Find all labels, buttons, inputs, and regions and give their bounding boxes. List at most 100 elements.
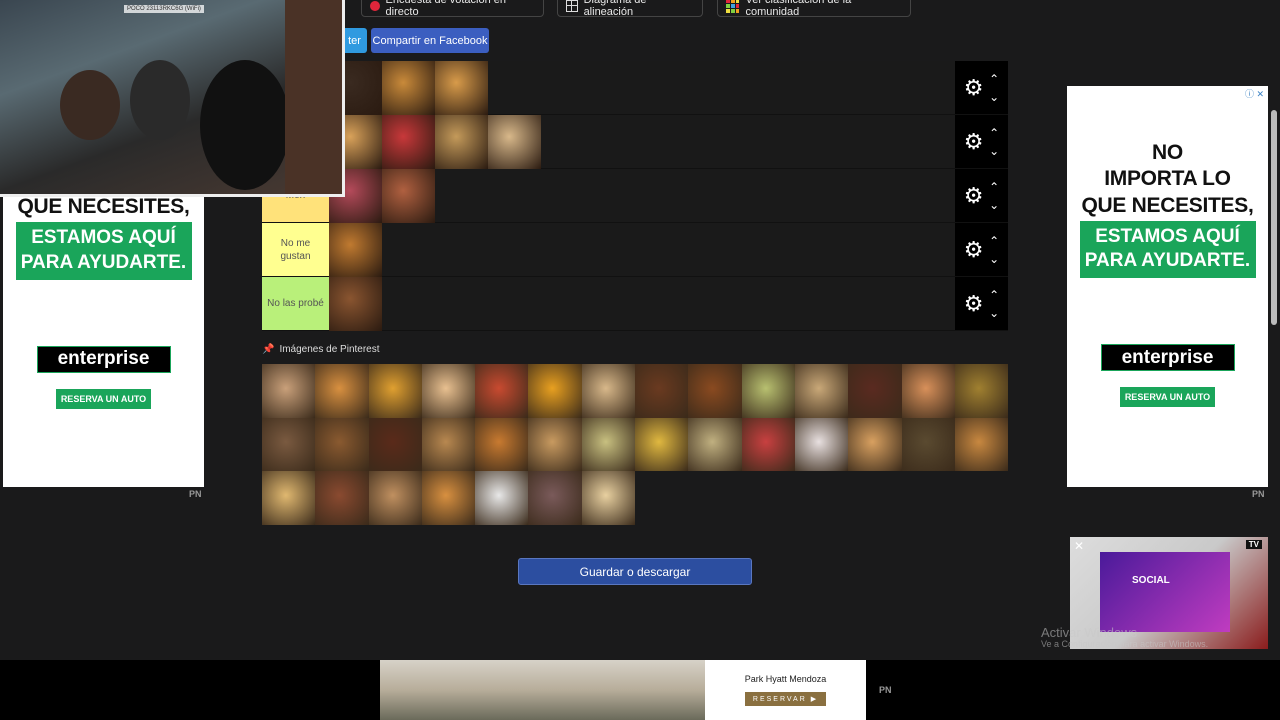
save-download-button[interactable]: Guardar o descargar bbox=[518, 558, 752, 585]
food-thumbnail[interactable] bbox=[315, 471, 369, 525]
reserve-car-button[interactable]: RESERVA UN AUTO bbox=[55, 388, 152, 409]
food-thumbnail[interactable] bbox=[368, 471, 422, 525]
food-thumbnail[interactable] bbox=[741, 417, 795, 472]
food-thumbnail[interactable] bbox=[741, 364, 795, 418]
move-arrows: ⌃ ⌄ bbox=[989, 178, 999, 214]
pool-title-label: Imágenes de Pinterest bbox=[279, 344, 380, 355]
chevron-down-icon[interactable]: ⌄ bbox=[989, 88, 999, 106]
tier-row: No me gustan ⚙ ⌃ ⌄ bbox=[262, 223, 1008, 277]
food-thumbnail[interactable] bbox=[475, 364, 529, 418]
right-side-ad[interactable]: ⓘ ✕ NO IMPORTA LO QUE NECESITES, ESTAMOS… bbox=[1067, 86, 1268, 487]
food-thumbnail[interactable] bbox=[635, 417, 689, 472]
food-thumbnail[interactable] bbox=[382, 115, 435, 169]
pin-icon: 📌 bbox=[262, 344, 275, 355]
grid-icon bbox=[566, 0, 578, 12]
food-thumbnail[interactable] bbox=[368, 364, 422, 418]
tier-items bbox=[329, 223, 955, 277]
chevron-up-icon[interactable]: ⌃ bbox=[989, 232, 999, 250]
food-thumbnail[interactable] bbox=[688, 364, 742, 418]
share-facebook-button[interactable]: Compartir en Facebook bbox=[371, 28, 489, 53]
food-thumbnail[interactable] bbox=[581, 364, 636, 418]
pool-title: 📌 Imágenes de Pinterest bbox=[262, 344, 380, 355]
save-label: Guardar o descargar bbox=[579, 564, 691, 579]
food-thumbnail[interactable] bbox=[528, 417, 582, 472]
community-ranking-button[interactable]: Ver clasificación de la comunidad bbox=[717, 0, 911, 18]
tier-controls: ⚙ ⌃ ⌄ bbox=[955, 115, 1008, 168]
food-thumbnail[interactable] bbox=[315, 364, 369, 418]
food-thumbnail[interactable] bbox=[635, 364, 689, 418]
food-thumbnail[interactable] bbox=[329, 277, 382, 331]
food-thumbnail[interactable] bbox=[688, 417, 742, 472]
food-thumbnail[interactable] bbox=[382, 169, 435, 223]
hotel-name: Park Hyatt Mendoza bbox=[744, 674, 827, 684]
reserve-car-button[interactable]: RESERVA UN AUTO bbox=[1119, 387, 1216, 408]
webcam-person bbox=[200, 60, 290, 190]
gear-icon[interactable]: ⚙ bbox=[964, 184, 984, 207]
ad-green-box: ESTAMOS AQUÍ PARA AYUDARTE. bbox=[15, 222, 192, 280]
food-thumbnail[interactable] bbox=[382, 61, 435, 115]
chevron-down-icon[interactable]: ⌄ bbox=[989, 250, 999, 268]
chevron-down-icon[interactable]: ⌄ bbox=[989, 196, 999, 214]
reserve-button[interactable]: RESERVAR ▶ bbox=[744, 692, 827, 706]
bottom-banner-ad[interactable]: Park Hyatt Mendoza RESERVAR ▶ bbox=[380, 660, 866, 720]
tier-row: ⚙ ⌃ ⌄ bbox=[262, 61, 1008, 115]
tier-items bbox=[329, 115, 955, 169]
food-thumbnail[interactable] bbox=[475, 471, 529, 525]
food-thumbnail[interactable] bbox=[848, 417, 902, 472]
watermark-subtitle: Ve a Configuración para activar Windows. bbox=[1041, 639, 1209, 650]
tier-label[interactable]: No las probé bbox=[262, 277, 329, 330]
chevron-up-icon[interactable]: ⌃ bbox=[989, 286, 999, 304]
food-thumbnail[interactable] bbox=[329, 223, 382, 277]
food-thumbnail[interactable] bbox=[954, 364, 1009, 418]
food-thumbnail[interactable] bbox=[315, 417, 369, 472]
gear-icon[interactable]: ⚙ bbox=[964, 130, 984, 153]
move-arrows: ⌃ ⌄ bbox=[989, 232, 999, 268]
gear-icon[interactable]: ⚙ bbox=[964, 76, 984, 99]
food-thumbnail[interactable] bbox=[954, 417, 1009, 472]
chevron-down-icon[interactable]: ⌄ bbox=[989, 304, 999, 322]
food-thumbnail[interactable] bbox=[421, 417, 476, 472]
tier-row: Meh⚙⌃⌄ bbox=[262, 169, 1008, 223]
chevron-up-icon[interactable]: ⌃ bbox=[989, 178, 999, 196]
enterprise-logo: enterprise bbox=[1100, 344, 1235, 372]
scrollbar-thumb[interactable] bbox=[1271, 110, 1277, 325]
food-thumbnail[interactable] bbox=[435, 115, 488, 169]
food-thumbnail[interactable] bbox=[262, 364, 316, 418]
food-thumbnail[interactable] bbox=[475, 417, 529, 472]
webcam-door bbox=[285, 0, 342, 194]
tier-label[interactable]: No me gustan bbox=[262, 223, 329, 276]
food-thumbnail[interactable] bbox=[581, 471, 636, 525]
chevron-up-icon[interactable]: ⌃ bbox=[989, 70, 999, 88]
food-thumbnail[interactable] bbox=[421, 364, 476, 418]
live-vote-button[interactable]: Encuesta de votación en directo bbox=[361, 0, 544, 18]
food-thumbnail[interactable] bbox=[794, 417, 849, 472]
chevron-down-icon[interactable]: ⌄ bbox=[989, 142, 999, 160]
food-thumbnail[interactable] bbox=[435, 61, 488, 115]
video-ad-title: SOCIAL bbox=[1132, 575, 1170, 586]
food-thumbnail[interactable] bbox=[581, 417, 636, 472]
food-thumbnail[interactable] bbox=[368, 417, 422, 472]
food-thumbnail[interactable] bbox=[794, 364, 849, 418]
chevron-up-icon[interactable]: ⌃ bbox=[989, 124, 999, 142]
food-thumbnail[interactable] bbox=[528, 471, 582, 525]
close-icon[interactable]: ✕ bbox=[1074, 539, 1084, 553]
food-thumbnail[interactable] bbox=[901, 417, 955, 472]
food-thumbnail[interactable] bbox=[488, 115, 541, 169]
food-thumbnail[interactable] bbox=[528, 364, 582, 418]
gear-icon[interactable]: ⚙ bbox=[964, 292, 984, 315]
tier-row: ⚙ ⌃ ⌄ bbox=[262, 115, 1008, 169]
food-thumbnail[interactable] bbox=[262, 471, 316, 525]
watermark-title: Activar Windows bbox=[1041, 625, 1138, 640]
move-arrows: ⌃ ⌄ bbox=[989, 124, 999, 160]
food-thumbnail[interactable] bbox=[901, 364, 955, 418]
ad-info-icon[interactable]: ⓘ ✕ bbox=[1245, 87, 1264, 100]
food-thumbnail[interactable] bbox=[262, 417, 316, 472]
alignment-chart-button[interactable]: Diagrama de alineación bbox=[557, 0, 703, 18]
food-thumbnail[interactable] bbox=[421, 471, 476, 525]
tier-items bbox=[329, 61, 955, 115]
food-thumbnail[interactable] bbox=[848, 364, 902, 418]
ad-headline: QUE NECESITES, bbox=[17, 195, 190, 218]
record-dot-icon bbox=[370, 0, 380, 11]
tv-logo: TV bbox=[1245, 540, 1262, 549]
gear-icon[interactable]: ⚙ bbox=[964, 238, 984, 261]
